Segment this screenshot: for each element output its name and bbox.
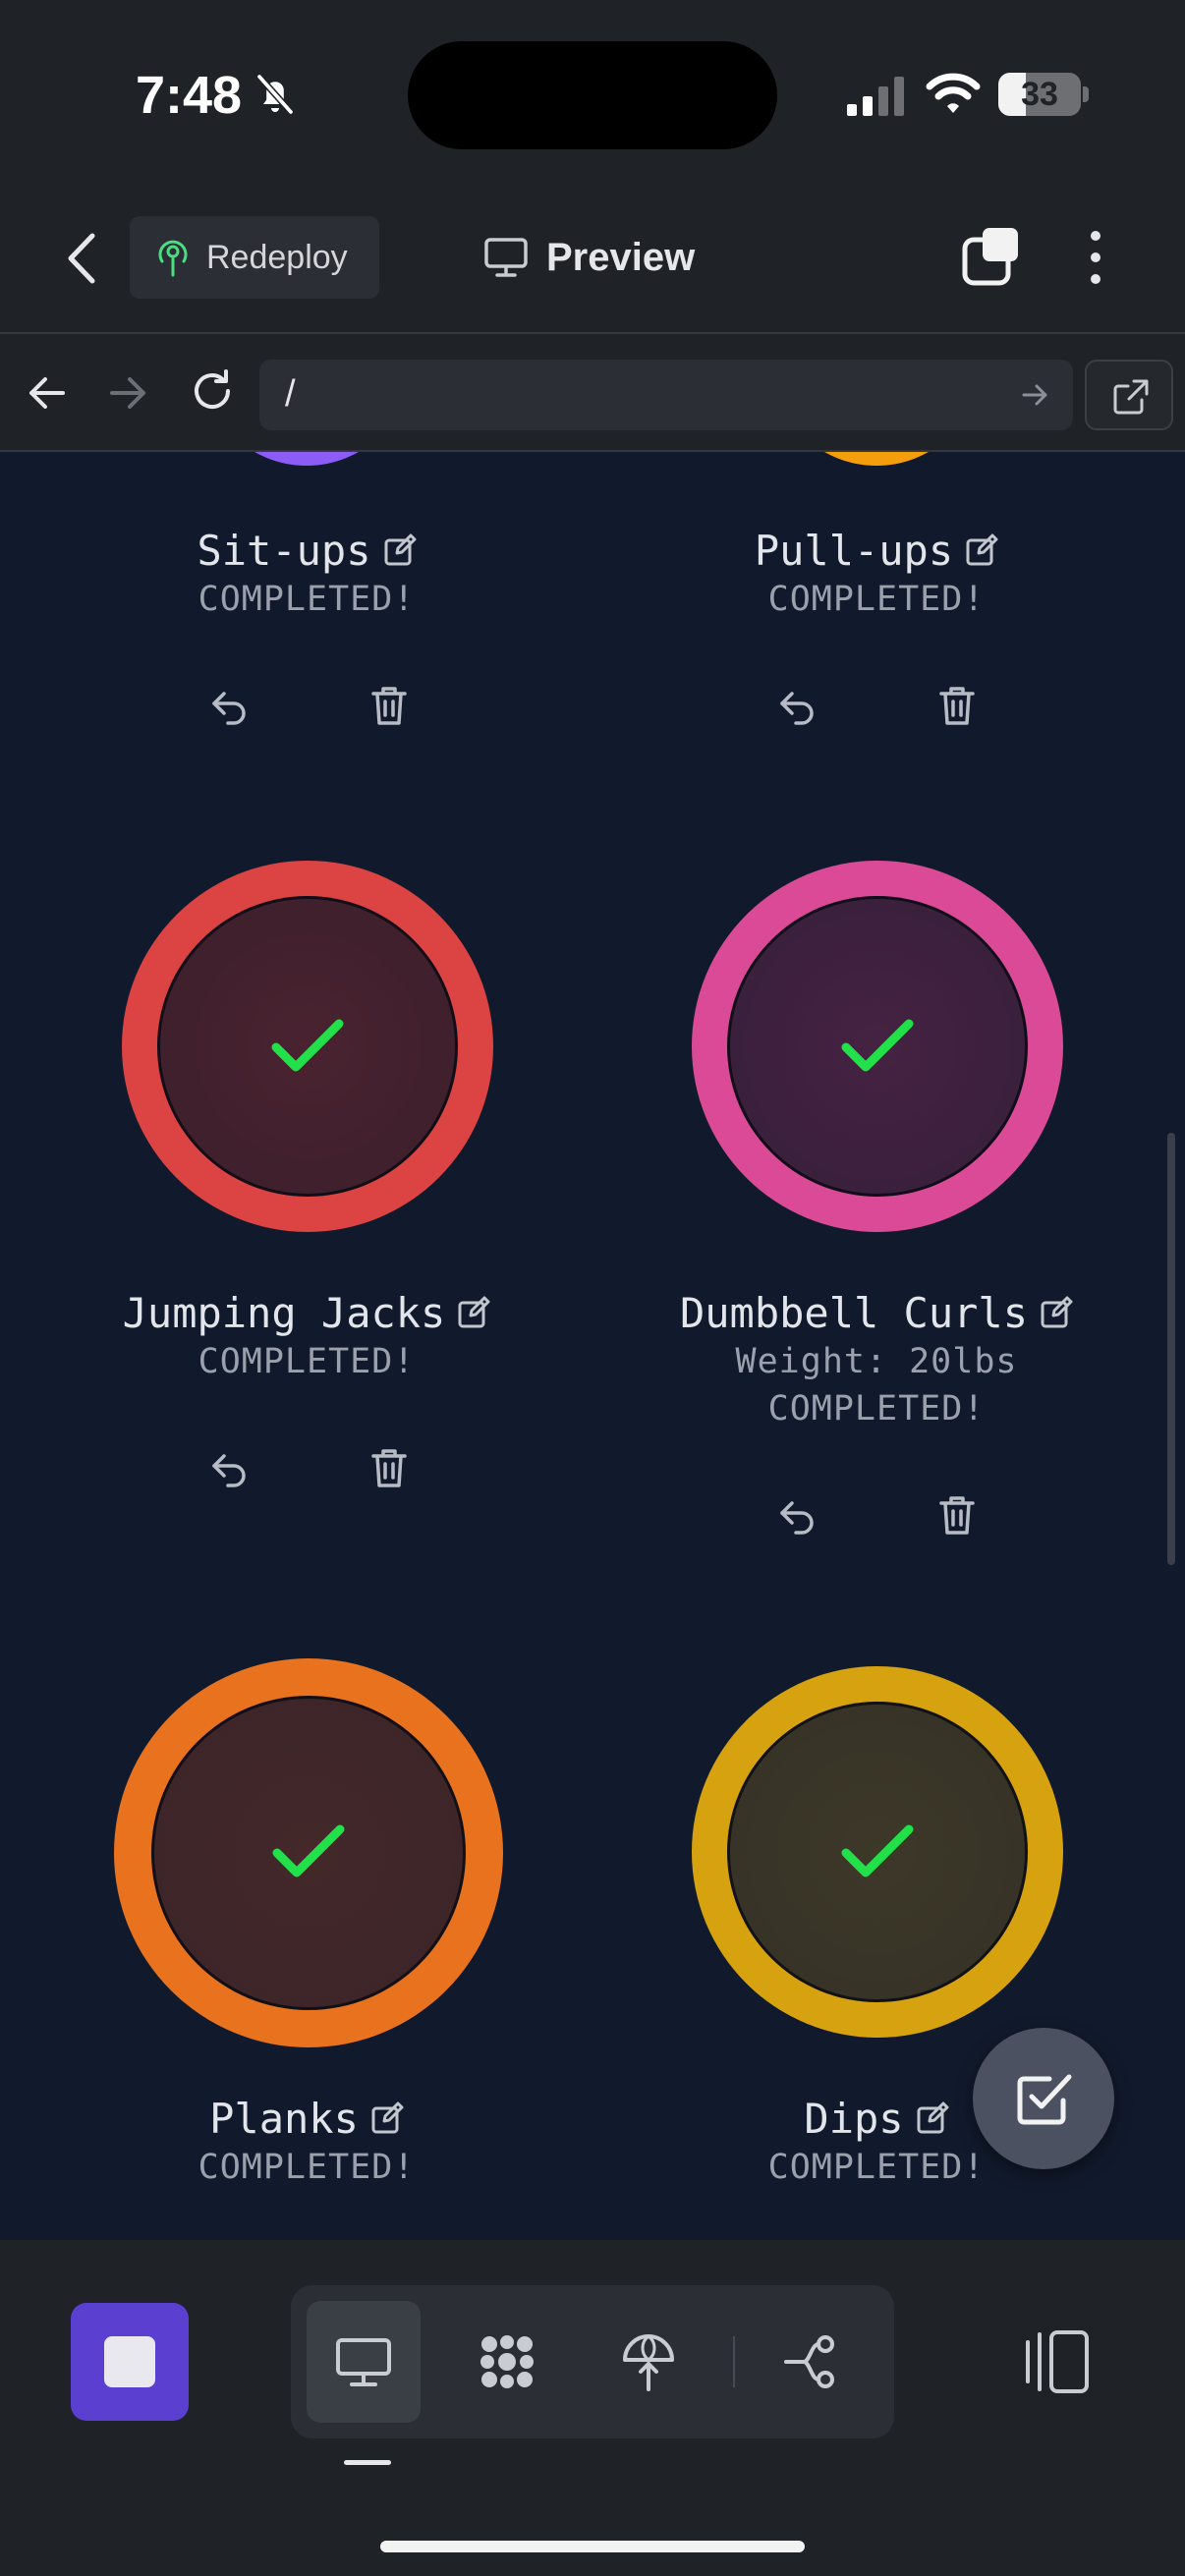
trash-icon[interactable] [935,684,979,727]
redeploy-label: Redeploy [206,238,348,276]
url-input[interactable]: / [259,360,1073,430]
undo-icon[interactable] [776,684,819,727]
tab-apps[interactable] [450,2301,564,2423]
url-text: / [285,373,296,415]
exercise-name: Pull-ups [670,527,1083,575]
exercise-card: Sit-ups COMPLETED! [100,452,513,786]
external-link-icon [1113,379,1149,415]
deploy-icon [623,2334,674,2391]
browser-bar: / [0,334,1185,452]
exercise-name: Dumbbell Curls [670,1289,1083,1337]
home-indicator[interactable] [380,2541,805,2552]
exercise-status: COMPLETED! [198,580,416,619]
trash-icon[interactable] [367,684,411,727]
monitor-icon [336,2338,391,2386]
battery-percent: 33 [1021,76,1058,113]
trash-icon[interactable] [935,1493,979,1537]
progress-ring [692,861,1063,1232]
progress-ring [114,1658,503,2047]
scrollbar[interactable] [1167,1133,1175,1565]
exercise-card: Jumping Jacks COMPLETED! [100,861,513,1548]
chevron-left-icon[interactable] [57,226,110,291]
checkmark-icon [841,1824,914,1877]
tab-preview[interactable] [307,2301,421,2423]
preview-title: Preview [483,226,695,289]
exercise-card: Pull-ups COMPLETED! [670,452,1083,786]
preview-label: Preview [546,235,696,279]
checkmark-icon [271,1019,344,1072]
monitor-icon [484,238,528,277]
exercise-card: Dumbbell Curls Weight: 20lbs COMPLETED! [670,861,1083,1607]
wifi-icon [926,73,981,113]
stop-icon [104,2336,155,2387]
exercise-name: Jumping Jacks [100,1289,513,1337]
checkbox-icon [1017,2074,1072,2125]
checkmark-icon [272,1824,345,1877]
edit-icon[interactable] [383,533,417,567]
exercise-status: COMPLETED! [767,580,986,619]
bell-slash-icon [256,74,294,115]
branch-icon [784,2335,834,2388]
trash-icon[interactable] [367,1446,411,1489]
tabs-icon[interactable] [961,226,1022,287]
exercise-status: COMPLETED! [767,1389,986,1428]
undo-icon[interactable] [208,1446,252,1489]
apps-icon [480,2335,534,2388]
battery-tip [1083,86,1089,102]
edit-icon[interactable] [457,1296,490,1329]
exercise-grid: Sit-ups COMPLETED! Pull-ups COMPLETED! J… [0,452,1185,2240]
exercise-status: COMPLETED! [198,2148,416,2187]
active-tab-indicator [344,2460,391,2465]
exercise-status: COMPLETED! [198,1342,416,1381]
device-toggle-icon[interactable] [1018,2328,1091,2395]
edit-icon[interactable] [916,2101,949,2135]
tool-tabs [291,2285,894,2438]
arrow-right-icon[interactable] [104,369,151,417]
edit-icon[interactable] [965,533,998,567]
battery-icon: 33 [998,73,1081,116]
status-time: 7:48 [136,66,243,125]
progress-ring [692,1666,1063,2038]
open-external-button[interactable] [1085,360,1173,430]
edit-icon[interactable] [370,2101,404,2135]
edit-icon[interactable] [1040,1296,1073,1329]
exercise-name: Planks [100,2095,513,2143]
toolbar-divider [733,2336,735,2387]
progress-ring [122,861,493,1232]
bottom-toolbar [0,2240,1185,2576]
antenna-icon [158,240,188,277]
more-vertical-icon[interactable] [1081,228,1110,287]
undo-icon[interactable] [208,684,252,727]
check-fab-button[interactable] [973,2028,1114,2169]
signal-icon [847,77,904,116]
exercise-card: Planks COMPLETED! [100,1658,513,2240]
arrow-left-icon[interactable] [24,369,71,417]
tab-branch[interactable] [755,2301,869,2423]
progress-ring [771,452,982,466]
exercise-detail: Weight: 20lbs [735,1342,1018,1381]
stop-button[interactable] [71,2303,189,2421]
undo-icon[interactable] [776,1493,819,1537]
checkmark-icon [841,1019,914,1072]
exercise-name: Sit-ups [100,527,513,575]
reload-icon[interactable] [187,365,238,417]
redeploy-button[interactable]: Redeploy [130,216,379,299]
dynamic-island [408,41,777,149]
tab-deploy[interactable] [592,2301,705,2423]
app-header: Redeploy Preview [0,187,1185,334]
status-bar: 7:48 33 [0,0,1185,187]
progress-ring [201,452,412,466]
arrow-go-icon[interactable] [1020,379,1051,411]
